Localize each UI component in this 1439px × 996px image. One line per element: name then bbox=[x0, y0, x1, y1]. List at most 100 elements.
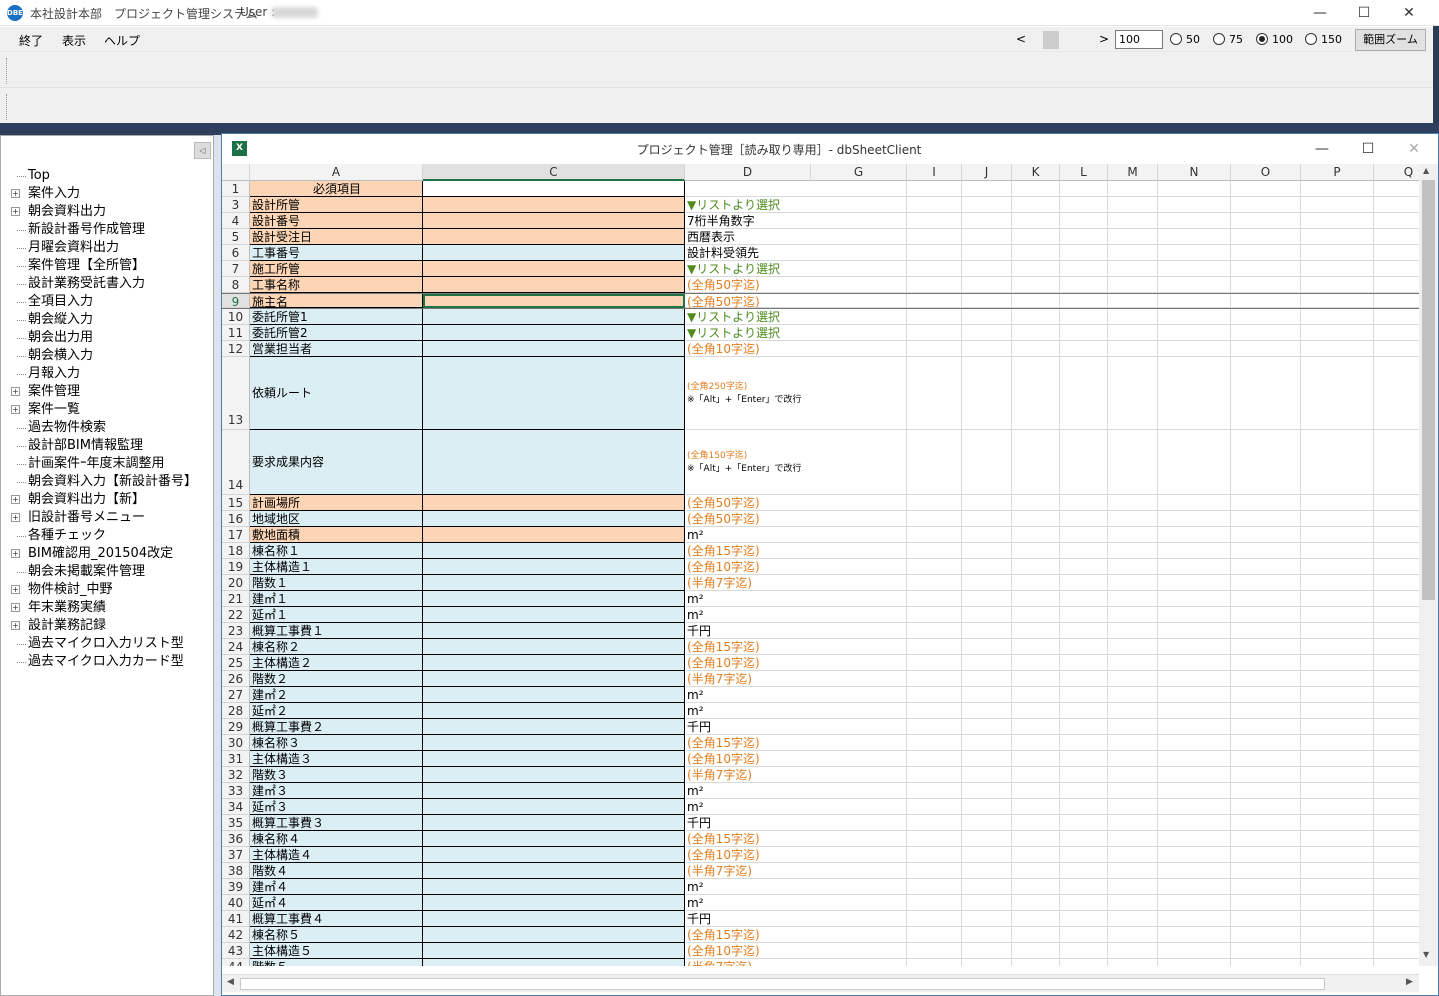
empty-cells[interactable] bbox=[811, 847, 1419, 863]
cell-a-label[interactable]: 階数５ bbox=[250, 959, 423, 966]
row-number[interactable]: 13 bbox=[222, 357, 250, 430]
expand-icon[interactable]: + bbox=[11, 603, 20, 612]
sheet-close-button[interactable]: ✕ bbox=[1391, 136, 1437, 162]
cell-a-label[interactable]: 必須項目 bbox=[250, 181, 423, 197]
cell-d-hint[interactable]: m² bbox=[685, 687, 811, 703]
zoom-radio-150[interactable]: 150 bbox=[1305, 33, 1342, 46]
cell-d-hint[interactable]: (全角10字迄) bbox=[685, 341, 811, 357]
row-number[interactable]: 27 bbox=[222, 687, 250, 703]
column-header-m[interactable]: M bbox=[1108, 164, 1158, 181]
column-header-i[interactable]: I bbox=[907, 164, 962, 181]
row-number[interactable]: 3 bbox=[222, 197, 250, 213]
cell-a-label[interactable]: 施工所管 bbox=[250, 261, 423, 277]
expand-icon[interactable]: + bbox=[11, 207, 20, 216]
cell-c-input[interactable] bbox=[423, 559, 685, 575]
cell-d-hint[interactable]: 設計料受領先 bbox=[685, 245, 811, 261]
zoom-radio-50[interactable]: 50 bbox=[1170, 33, 1200, 46]
expand-icon[interactable]: + bbox=[11, 585, 20, 594]
row-number[interactable]: 17 bbox=[222, 527, 250, 543]
empty-cells[interactable] bbox=[811, 277, 1419, 293]
cell-a-label[interactable]: 主体構造４ bbox=[250, 847, 423, 863]
zoom-radio-100[interactable]: 100 bbox=[1256, 33, 1293, 46]
cell-a-label[interactable]: 階数１ bbox=[250, 575, 423, 591]
cell-c-input[interactable] bbox=[423, 229, 685, 245]
cell-c-input[interactable] bbox=[423, 703, 685, 719]
cell-d-hint[interactable]: ▼リストより選択 bbox=[685, 197, 811, 213]
cell-a-label[interactable]: 延㎡４ bbox=[250, 895, 423, 911]
toolbar-grip-icon[interactable] bbox=[6, 58, 8, 84]
cell-c-input[interactable] bbox=[423, 261, 685, 277]
cell-d-hint[interactable]: (全角250字迄) ※「Alt」+「Enter」で改行 bbox=[685, 357, 811, 430]
row-number[interactable]: 44 bbox=[222, 959, 250, 966]
cell-c-input[interactable] bbox=[423, 655, 685, 671]
cell-c-input[interactable] bbox=[423, 799, 685, 815]
cell-c-input[interactable] bbox=[423, 181, 685, 197]
cell-a-label[interactable]: 階数４ bbox=[250, 863, 423, 879]
column-header-o[interactable]: O bbox=[1231, 164, 1301, 181]
empty-cells[interactable] bbox=[811, 591, 1419, 607]
empty-cells[interactable] bbox=[811, 687, 1419, 703]
cell-a-label[interactable]: 棟名称２ bbox=[250, 639, 423, 655]
cell-c-input[interactable] bbox=[423, 325, 685, 341]
column-header-d[interactable]: D bbox=[685, 164, 811, 181]
row-number[interactable]: 32 bbox=[222, 767, 250, 783]
menu-view[interactable]: 表示 bbox=[62, 32, 86, 49]
empty-cells[interactable] bbox=[811, 294, 1419, 308]
cell-c-input[interactable] bbox=[423, 751, 685, 767]
cell-d-hint[interactable] bbox=[685, 181, 811, 197]
row-number[interactable]: 33 bbox=[222, 783, 250, 799]
range-zoom-button[interactable]: 範囲ズーム bbox=[1355, 29, 1426, 51]
empty-cells[interactable] bbox=[811, 767, 1419, 783]
cell-c-input[interactable] bbox=[423, 831, 685, 847]
cell-c-input[interactable] bbox=[423, 357, 685, 430]
cell-d-hint[interactable]: m² bbox=[685, 591, 811, 607]
column-header-p[interactable]: P bbox=[1301, 164, 1374, 181]
cell-d-hint[interactable]: ▼リストより選択 bbox=[685, 309, 811, 325]
row-number[interactable]: 25 bbox=[222, 655, 250, 671]
empty-cells[interactable] bbox=[811, 719, 1419, 735]
row-number[interactable]: 21 bbox=[222, 591, 250, 607]
scroll-left-icon[interactable]: ◀ bbox=[227, 977, 234, 987]
cell-c-input[interactable] bbox=[423, 847, 685, 863]
cell-c-input[interactable] bbox=[423, 495, 685, 511]
cell-d-hint[interactable]: m² bbox=[685, 703, 811, 719]
cell-a-label[interactable]: 建㎡１ bbox=[250, 591, 423, 607]
cell-d-hint[interactable]: (全角10字迄) bbox=[685, 559, 811, 575]
empty-cells[interactable] bbox=[811, 911, 1419, 927]
cell-a-label[interactable]: 階数３ bbox=[250, 767, 423, 783]
row-number[interactable]: 4 bbox=[222, 213, 250, 229]
cell-c-input[interactable] bbox=[423, 309, 685, 325]
cell-a-label[interactable]: 地域地区 bbox=[250, 511, 423, 527]
cell-a-label[interactable]: 概算工事費３ bbox=[250, 815, 423, 831]
empty-cells[interactable] bbox=[811, 511, 1419, 527]
cell-a-label[interactable]: 建㎡４ bbox=[250, 879, 423, 895]
row-number[interactable]: 37 bbox=[222, 847, 250, 863]
cell-c-input[interactable] bbox=[423, 959, 685, 966]
cell-a-label[interactable]: 設計番号 bbox=[250, 213, 423, 229]
scroll-down-icon[interactable]: ▼ bbox=[1423, 950, 1429, 959]
zoom-scroll-thumb[interactable] bbox=[1043, 31, 1059, 49]
empty-cells[interactable] bbox=[811, 261, 1419, 277]
expand-icon[interactable]: + bbox=[11, 189, 20, 198]
cell-d-hint[interactable]: (半角7字迄) bbox=[685, 671, 811, 687]
row-number[interactable]: 7 bbox=[222, 261, 250, 277]
row-number[interactable]: 10 bbox=[222, 309, 250, 325]
empty-cells[interactable] bbox=[811, 943, 1419, 959]
cell-d-hint[interactable]: (全角50字迄) bbox=[685, 277, 811, 293]
column-header-l[interactable]: L bbox=[1060, 164, 1108, 181]
cell-d-hint[interactable]: (全角15字迄) bbox=[685, 543, 811, 559]
cell-a-label[interactable]: 棟名称５ bbox=[250, 927, 423, 943]
maximize-button[interactable]: ☐ bbox=[1341, 0, 1387, 26]
zoom-value-input[interactable] bbox=[1115, 30, 1163, 49]
sheet-minimize-button[interactable]: — bbox=[1299, 136, 1345, 162]
cell-d-hint[interactable]: (全角15字迄) bbox=[685, 927, 811, 943]
cell-c-input[interactable] bbox=[423, 671, 685, 687]
row-number[interactable]: 1 bbox=[222, 181, 250, 197]
empty-cells[interactable] bbox=[811, 879, 1419, 895]
row-number[interactable]: 35 bbox=[222, 815, 250, 831]
cell-d-hint[interactable]: 千円 bbox=[685, 911, 811, 927]
cell-a-label[interactable]: 設計受注日 bbox=[250, 229, 423, 245]
row-number[interactable]: 18 bbox=[222, 543, 250, 559]
cell-a-label[interactable]: 委託所管1 bbox=[250, 309, 423, 325]
row-number[interactable]: 8 bbox=[222, 277, 250, 293]
